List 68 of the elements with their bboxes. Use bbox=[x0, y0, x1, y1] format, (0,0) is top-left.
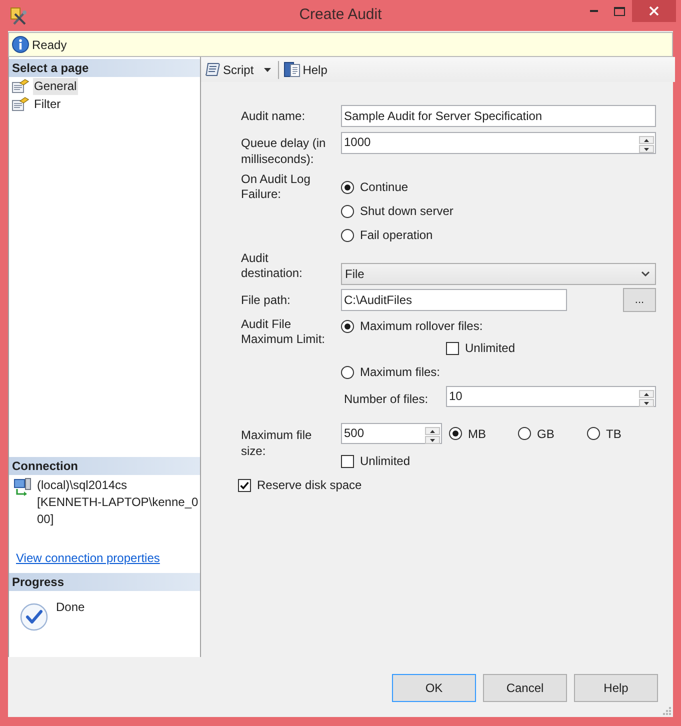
page-item[interactable]: General bbox=[33, 78, 78, 94]
number-field[interactable]: 500 bbox=[341, 423, 442, 444]
section-header: Connection bbox=[9, 457, 200, 475]
book-icon bbox=[284, 61, 301, 78]
window-title: Create Audit bbox=[299, 5, 382, 26]
spin-down-button[interactable] bbox=[425, 436, 440, 444]
dialog-button[interactable]: Cancel bbox=[483, 674, 567, 702]
info-icon bbox=[12, 36, 29, 53]
up-triangle-icon bbox=[644, 392, 649, 396]
radio-option[interactable]: Maximum files: bbox=[341, 363, 440, 381]
field-label: Audit File Maximum Limit: bbox=[241, 316, 326, 347]
field-label: Maximum file size: bbox=[241, 427, 313, 459]
radio-option[interactable]: Fail operation bbox=[341, 226, 433, 244]
progress-status: Done bbox=[56, 600, 85, 615]
text-field[interactable]: C:\AuditFiles bbox=[341, 289, 567, 311]
checkbox-option[interactable]: Unlimited bbox=[341, 452, 410, 470]
spin-up-button[interactable] bbox=[639, 390, 654, 398]
field-label: File path: bbox=[241, 292, 292, 308]
number-field[interactable]: 10 bbox=[446, 386, 656, 407]
field-label: On Audit Log Failure: bbox=[241, 171, 312, 202]
dropdown[interactable]: File bbox=[341, 263, 656, 285]
spin-up-button[interactable] bbox=[425, 427, 440, 435]
spin-down-button[interactable] bbox=[639, 399, 654, 407]
close-icon bbox=[648, 6, 659, 16]
field-label: Queue delay (in milliseconds): bbox=[241, 135, 327, 167]
page-icon bbox=[12, 97, 29, 111]
spin-up-button[interactable] bbox=[639, 136, 654, 144]
checkbox-option[interactable]: Unlimited bbox=[446, 339, 516, 357]
maximize-icon bbox=[614, 6, 625, 16]
field-label: Audit name: bbox=[241, 108, 306, 124]
caret-icon bbox=[264, 68, 271, 72]
server-name: (local)\sql2014cs bbox=[37, 477, 128, 494]
computer-icon bbox=[14, 478, 32, 496]
radio-option[interactable]: MB bbox=[449, 424, 486, 442]
checkmark-icon bbox=[20, 603, 48, 631]
text-field[interactable]: Sample Audit for Server Specification bbox=[341, 105, 656, 127]
login-name: [KENNETH-LAPTOP\kenne_000] bbox=[37, 494, 200, 528]
radio-option[interactable]: Maximum rollover files: bbox=[341, 317, 483, 335]
connection-properties-link[interactable]: View connection properties bbox=[16, 551, 160, 566]
browse-button[interactable]: ... bbox=[623, 288, 656, 312]
down-triangle-icon bbox=[644, 402, 649, 404]
page-icon bbox=[12, 79, 29, 93]
number-field[interactable]: 1000 bbox=[341, 132, 656, 154]
toolbar-button[interactable]: Help bbox=[282, 60, 328, 80]
radio-option[interactable]: Continue bbox=[341, 178, 408, 196]
down-triangle-icon bbox=[430, 438, 435, 442]
toolbar-button[interactable]: Script bbox=[204, 60, 274, 80]
section-header: Select a page bbox=[9, 59, 200, 77]
radio-option[interactable]: Shut down server bbox=[341, 202, 454, 220]
up-triangle-icon bbox=[430, 430, 435, 432]
radio-option[interactable]: GB bbox=[518, 424, 554, 442]
resize-grip-icon bbox=[662, 706, 671, 715]
dialog-button[interactable]: OK bbox=[392, 674, 476, 702]
section-header: Progress bbox=[9, 573, 200, 591]
radio-option[interactable]: TB bbox=[587, 424, 622, 442]
field-label: Audit destination: bbox=[241, 251, 304, 281]
tools-icon bbox=[10, 6, 27, 24]
minimize-icon bbox=[590, 10, 598, 12]
spin-down-button[interactable] bbox=[639, 145, 654, 153]
chevron-down-icon bbox=[641, 271, 650, 277]
down-triangle-icon bbox=[644, 148, 649, 150]
close-button[interactable] bbox=[632, 0, 676, 22]
dialog-button[interactable]: Help bbox=[574, 674, 658, 702]
status-text: Ready bbox=[32, 36, 67, 54]
up-triangle-icon bbox=[644, 138, 649, 142]
checkbox-option[interactable]: Reserve disk space bbox=[238, 476, 362, 494]
field-label: Number of files: bbox=[344, 391, 430, 407]
scroll-icon bbox=[205, 62, 221, 78]
